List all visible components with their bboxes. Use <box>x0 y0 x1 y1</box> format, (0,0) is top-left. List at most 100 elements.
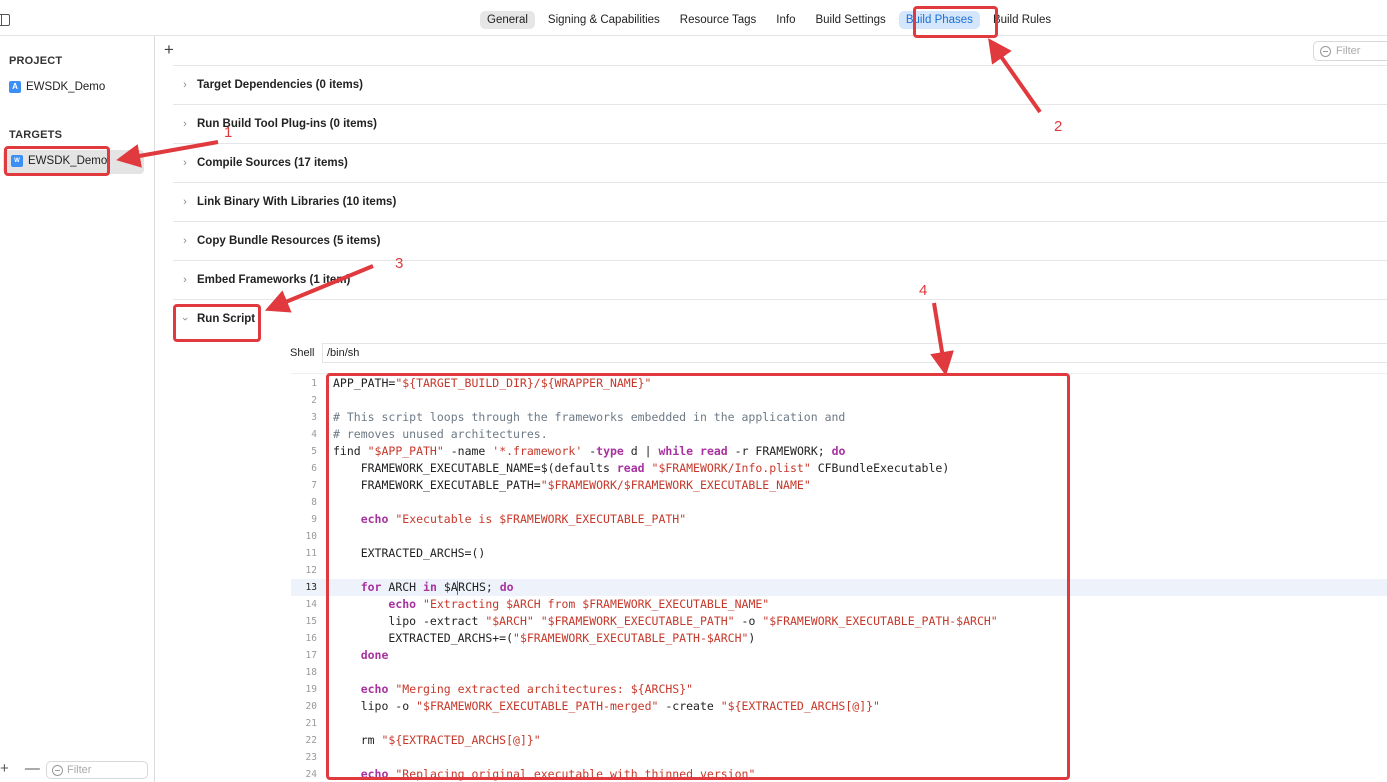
phase-embed-frameworks[interactable]: › Embed Frameworks (1 item) <box>173 260 1387 299</box>
script-line[interactable]: 6 FRAMEWORK_EXECUTABLE_NAME=$(defaults r… <box>291 460 1387 477</box>
phase-label: Link Binary With Libraries (10 items) <box>197 196 397 208</box>
script-line[interactable]: 9 echo "Executable is $FRAMEWORK_EXECUTA… <box>291 511 1387 528</box>
phase-compile-sources[interactable]: › Compile Sources (17 items) <box>173 143 1387 182</box>
script-line-text: FRAMEWORK_EXECUTABLE_NAME=$(defaults rea… <box>333 461 950 475</box>
line-number: 12 <box>305 565 317 576</box>
build-phases-editor: + Filter › Target Dependencies (0 items)… <box>155 36 1387 782</box>
sidebar-footer: + — Filter <box>0 758 155 782</box>
script-line-text <box>317 715 333 732</box>
script-line-text <box>317 494 333 511</box>
script-line[interactable]: 20 lipo -o "$FRAMEWORK_EXECUTABLE_PATH-m… <box>291 698 1387 715</box>
line-number: 23 <box>305 752 317 763</box>
tab-build-phases[interactable]: Build Phases <box>898 11 980 29</box>
phase-label: Compile Sources (17 items) <box>197 157 348 169</box>
script-line[interactable]: 12 <box>291 562 1387 579</box>
line-number: 22 <box>305 735 317 746</box>
script-line[interactable]: 24 echo "Replacing original executable w… <box>291 766 1387 782</box>
tab-info[interactable]: Info <box>769 11 802 29</box>
chevron-right-icon[interactable]: › <box>173 79 197 91</box>
phase-target-dependencies[interactable]: › Target Dependencies (0 items) <box>173 65 1387 104</box>
script-line[interactable]: 1 APP_PATH="${TARGET_BUILD_DIR}/${WRAPPER… <box>291 375 1387 392</box>
build-phases-filter-placeholder: Filter <box>1336 45 1361 57</box>
script-line-text <box>317 392 333 409</box>
annotation-number-2: 2 <box>1054 118 1063 135</box>
sidebar-toggle-icon[interactable] <box>0 14 10 26</box>
script-line-text: FRAMEWORK_EXECUTABLE_PATH="$FRAMEWORK/$F… <box>333 478 811 492</box>
line-number: 15 <box>305 616 317 627</box>
script-line[interactable]: 3 # This script loops through the framewo… <box>291 409 1387 426</box>
tab-build-rules[interactable]: Build Rules <box>986 11 1058 29</box>
add-remove-target-buttons[interactable]: + — <box>0 760 46 777</box>
phase-run-build-tool-plugins[interactable]: › Run Build Tool Plug-ins (0 items) <box>173 104 1387 143</box>
script-line-text <box>317 528 333 545</box>
line-number: 9 <box>311 514 317 525</box>
build-phases-filter-field[interactable]: Filter <box>1313 41 1387 61</box>
phase-copy-bundle-resources[interactable]: › Copy Bundle Resources (5 items) <box>173 221 1387 260</box>
tab-bar: General Signing & Capabilities Resource … <box>0 0 1387 36</box>
chevron-right-icon[interactable]: › <box>173 196 197 208</box>
line-number: 18 <box>305 667 317 678</box>
script-line[interactable]: 11 EXTRACTED_ARCHS=() <box>291 545 1387 562</box>
tab-signing-capabilities[interactable]: Signing & Capabilities <box>541 11 667 29</box>
script-line[interactable]: 16 EXTRACTED_ARCHS+=("$FRAMEWORK_EXECUTA… <box>291 630 1387 647</box>
chevron-right-icon[interactable]: › <box>173 157 197 169</box>
chevron-right-icon[interactable]: › <box>173 274 197 286</box>
phase-label: Target Dependencies (0 items) <box>197 79 363 91</box>
script-line[interactable]: 15 lipo -extract "$ARCH" "$FRAMEWORK_EXE… <box>291 613 1387 630</box>
line-number: 8 <box>311 497 317 508</box>
script-line-text <box>317 664 333 681</box>
line-number: 1 <box>311 378 317 389</box>
sidebar-filter-field[interactable]: Filter <box>46 761 148 779</box>
line-number: 11 <box>305 548 317 559</box>
script-line[interactable]: 17 done <box>291 647 1387 664</box>
line-number: 10 <box>305 531 317 542</box>
tab-resource-tags[interactable]: Resource Tags <box>673 11 764 29</box>
script-line-text: echo "Replacing original executable with… <box>360 767 756 781</box>
script-line-text: APP_PATH="${TARGET_BUILD_DIR}/${WRAPPER_… <box>333 376 652 390</box>
line-number: 24 <box>305 769 317 780</box>
script-line[interactable]: 10 <box>291 528 1387 545</box>
tab-build-settings[interactable]: Build Settings <box>808 11 892 29</box>
script-line[interactable]: 13 for ARCH in $ARCHS; do <box>291 579 1387 596</box>
script-editor[interactable]: 1 APP_PATH="${TARGET_BUILD_DIR}/${WRAPPER… <box>291 373 1387 782</box>
script-line-text: echo "Merging extracted architectures: $… <box>360 682 694 696</box>
script-line-text: # removes unused architectures. <box>333 427 548 441</box>
annotation-number-4: 4 <box>919 282 928 299</box>
script-line[interactable]: 14 echo "Extracting $ARCH from $FRAMEWOR… <box>291 596 1387 613</box>
script-line-text: echo "Extracting $ARCH from $FRAMEWORK_E… <box>388 597 770 611</box>
script-line[interactable]: 2 <box>291 392 1387 409</box>
chevron-right-icon[interactable]: › <box>173 235 197 247</box>
script-line-text: lipo -o "$FRAMEWORK_EXECUTABLE_PATH-merg… <box>333 699 880 713</box>
project-item[interactable]: A EWSDK_Demo <box>9 81 105 93</box>
script-line[interactable]: 22 rm "${EXTRACTED_ARCHS[@]}" <box>291 732 1387 749</box>
script-line[interactable]: 21 <box>291 715 1387 732</box>
script-line[interactable]: 23 <box>291 749 1387 766</box>
shell-input[interactable]: /bin/sh <box>322 343 1387 363</box>
filter-icon <box>1320 46 1331 57</box>
chevron-right-icon[interactable]: › <box>173 118 197 130</box>
shell-label: Shell <box>290 347 315 359</box>
text-cursor <box>456 580 459 595</box>
line-number: 21 <box>305 718 317 729</box>
project-section-header: PROJECT <box>9 55 63 67</box>
line-number: 20 <box>305 701 317 712</box>
editor-tabs: General Signing & Capabilities Resource … <box>480 11 1058 29</box>
script-line[interactable]: 18 <box>291 664 1387 681</box>
phase-run-script[interactable]: › Run Script <box>173 299 1387 338</box>
target-item-label: EWSDK_Demo <box>28 155 108 167</box>
project-icon: A <box>9 81 21 93</box>
line-number: 13 <box>305 582 317 593</box>
script-line[interactable]: 8 <box>291 494 1387 511</box>
script-line[interactable]: 5 find "$APP_PATH" -name '*.framework' -t… <box>291 443 1387 460</box>
phase-link-binary-with-libraries[interactable]: › Link Binary With Libraries (10 items) <box>173 182 1387 221</box>
script-line[interactable]: 4 # removes unused architectures. <box>291 426 1387 443</box>
targets-section-header: TARGETS <box>9 129 63 141</box>
script-line[interactable]: 7 FRAMEWORK_EXECUTABLE_PATH="$FRAMEWORK/… <box>291 477 1387 494</box>
script-line[interactable]: 19 echo "Merging extracted architectures… <box>291 681 1387 698</box>
tab-general[interactable]: General <box>480 11 535 29</box>
annotation-number-1: 1 <box>224 124 233 141</box>
add-build-phase-button[interactable]: + <box>164 40 174 60</box>
target-item[interactable]: W EWSDK_Demo <box>11 155 107 167</box>
chevron-down-icon[interactable]: › <box>179 307 191 331</box>
line-number: 4 <box>311 429 317 440</box>
